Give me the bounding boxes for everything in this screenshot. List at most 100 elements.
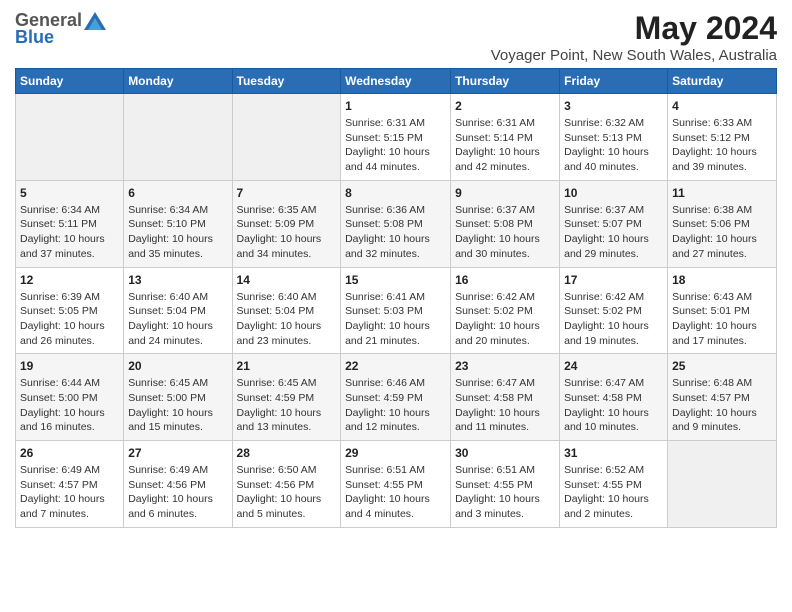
- calendar-cell: 22Sunrise: 6:46 AM Sunset: 4:59 PM Dayli…: [341, 354, 451, 441]
- logo-blue-text: Blue: [15, 27, 54, 48]
- day-number: 18: [672, 273, 772, 287]
- calendar-day-header: Wednesday: [341, 69, 451, 94]
- day-number: 9: [455, 186, 555, 200]
- calendar-cell: 9 Sunrise: 6:37 AM Sunset: 5:08 PM Daylig…: [451, 180, 560, 267]
- day-info: Sunrise: 6:36 AM Sunset: 5:08 PM Dayligh…: [345, 203, 446, 262]
- calendar-cell: 2 Sunrise: 6:31 AM Sunset: 5:14 PM Daylig…: [451, 94, 560, 181]
- day-info: Sunrise: 6:46 AM Sunset: 4:59 PM Dayligh…: [345, 376, 446, 435]
- calendar-cell: 15 Sunrise: 6:41 AM Sunset: 5:03 PM Dayli…: [341, 267, 451, 354]
- calendar-cell: 4 Sunrise: 6:33 AM Sunset: 5:12 PM Daylig…: [668, 94, 777, 181]
- calendar-day-header: Monday: [124, 69, 232, 94]
- day-number: 27: [128, 446, 227, 460]
- day-number: 13: [128, 273, 227, 287]
- day-info: Sunrise: 6:47 AM Sunset: 4:58 PM Dayligh…: [564, 376, 663, 435]
- calendar-week-row: 5 Sunrise: 6:34 AM Sunset: 5:11 PM Daylig…: [16, 180, 777, 267]
- calendar-cell: 7 Sunrise: 6:35 AM Sunset: 5:09 PM Daylig…: [232, 180, 341, 267]
- day-info: Sunrise: 6:43 AM Sunset: 5:01 PM Dayligh…: [672, 290, 772, 349]
- calendar-cell: [232, 94, 341, 181]
- calendar-cell: 28 Sunrise: 6:50 AM Sunset: 4:56 PM Dayli…: [232, 441, 341, 528]
- calendar-cell: 24 Sunrise: 6:47 AM Sunset: 4:58 PM Dayli…: [560, 354, 668, 441]
- calendar-cell: 30 Sunrise: 6:51 AM Sunset: 4:55 PM Dayli…: [451, 441, 560, 528]
- calendar-cell: [16, 94, 124, 181]
- calendar-table: SundayMondayTuesdayWednesdayThursdayFrid…: [15, 68, 777, 528]
- day-info: Sunrise: 6:51 AM Sunset: 4:55 PM Dayligh…: [345, 463, 446, 522]
- calendar-day-header: Sunday: [16, 69, 124, 94]
- day-info: Sunrise: 6:38 AM Sunset: 5:06 PM Dayligh…: [672, 203, 772, 262]
- calendar-cell: 27 Sunrise: 6:49 AM Sunset: 4:56 PM Dayli…: [124, 441, 232, 528]
- day-number: 4: [672, 99, 772, 113]
- day-number: 30: [455, 446, 555, 460]
- day-info: Sunrise: 6:51 AM Sunset: 4:55 PM Dayligh…: [455, 463, 555, 522]
- day-number: 23: [455, 359, 555, 373]
- day-number: 26: [20, 446, 119, 460]
- day-number: 7: [237, 186, 337, 200]
- day-number: 2: [455, 99, 555, 113]
- logo: General Blue: [15, 10, 106, 48]
- day-info: Sunrise: 6:49 AM Sunset: 4:57 PM Dayligh…: [20, 463, 119, 522]
- day-info: Sunrise: 6:37 AM Sunset: 5:08 PM Dayligh…: [455, 203, 555, 262]
- day-number: 20: [128, 359, 227, 373]
- calendar-cell: 5 Sunrise: 6:34 AM Sunset: 5:11 PM Daylig…: [16, 180, 124, 267]
- day-number: 5: [20, 186, 119, 200]
- calendar-week-row: 12 Sunrise: 6:39 AM Sunset: 5:05 PM Dayli…: [16, 267, 777, 354]
- day-number: 15: [345, 273, 446, 287]
- calendar-cell: 1 Sunrise: 6:31 AM Sunset: 5:15 PM Daylig…: [341, 94, 451, 181]
- day-info: Sunrise: 6:31 AM Sunset: 5:15 PM Dayligh…: [345, 116, 446, 175]
- calendar-cell: 8 Sunrise: 6:36 AM Sunset: 5:08 PM Daylig…: [341, 180, 451, 267]
- day-number: 24: [564, 359, 663, 373]
- title-block: May 2024 Voyager Point, New South Wales,…: [491, 10, 777, 64]
- day-info: Sunrise: 6:35 AM Sunset: 5:09 PM Dayligh…: [237, 203, 337, 262]
- day-info: Sunrise: 6:45 AM Sunset: 5:00 PM Dayligh…: [128, 376, 227, 435]
- day-number: 29: [345, 446, 446, 460]
- calendar-cell: 12 Sunrise: 6:39 AM Sunset: 5:05 PM Dayli…: [16, 267, 124, 354]
- day-info: Sunrise: 6:47 AM Sunset: 4:58 PM Dayligh…: [455, 376, 555, 435]
- page-subtitle: Voyager Point, New South Wales, Australi…: [491, 47, 777, 64]
- day-number: 8: [345, 186, 446, 200]
- day-info: Sunrise: 6:37 AM Sunset: 5:07 PM Dayligh…: [564, 203, 663, 262]
- calendar-cell: 26 Sunrise: 6:49 AM Sunset: 4:57 PM Dayli…: [16, 441, 124, 528]
- day-number: 1: [345, 99, 446, 113]
- day-info: Sunrise: 6:41 AM Sunset: 5:03 PM Dayligh…: [345, 290, 446, 349]
- day-info: Sunrise: 6:50 AM Sunset: 4:56 PM Dayligh…: [237, 463, 337, 522]
- calendar-cell: 11 Sunrise: 6:38 AM Sunset: 5:06 PM Dayli…: [668, 180, 777, 267]
- day-info: Sunrise: 6:42 AM Sunset: 5:02 PM Dayligh…: [455, 290, 555, 349]
- calendar-day-header: Thursday: [451, 69, 560, 94]
- day-info: Sunrise: 6:31 AM Sunset: 5:14 PM Dayligh…: [455, 116, 555, 175]
- day-info: Sunrise: 6:40 AM Sunset: 5:04 PM Dayligh…: [237, 290, 337, 349]
- day-number: 19: [20, 359, 119, 373]
- calendar-header-row: SundayMondayTuesdayWednesdayThursdayFrid…: [16, 69, 777, 94]
- day-number: 21: [237, 359, 337, 373]
- day-number: 17: [564, 273, 663, 287]
- day-info: Sunrise: 6:34 AM Sunset: 5:11 PM Dayligh…: [20, 203, 119, 262]
- calendar-cell: 19 Sunrise: 6:44 AM Sunset: 5:00 PM Dayli…: [16, 354, 124, 441]
- day-number: 31: [564, 446, 663, 460]
- day-info: Sunrise: 6:45 AM Sunset: 4:59 PM Dayligh…: [237, 376, 337, 435]
- day-info: Sunrise: 6:44 AM Sunset: 5:00 PM Dayligh…: [20, 376, 119, 435]
- day-number: 12: [20, 273, 119, 287]
- calendar-cell: 16 Sunrise: 6:42 AM Sunset: 5:02 PM Dayli…: [451, 267, 560, 354]
- day-number: 16: [455, 273, 555, 287]
- calendar-cell: 10Sunrise: 6:37 AM Sunset: 5:07 PM Dayli…: [560, 180, 668, 267]
- page-header: General Blue May 2024 Voyager Point, New…: [15, 10, 777, 64]
- calendar-cell: [124, 94, 232, 181]
- calendar-cell: 17Sunrise: 6:42 AM Sunset: 5:02 PM Dayli…: [560, 267, 668, 354]
- day-number: 28: [237, 446, 337, 460]
- calendar-day-header: Tuesday: [232, 69, 341, 94]
- day-info: Sunrise: 6:39 AM Sunset: 5:05 PM Dayligh…: [20, 290, 119, 349]
- calendar-day-header: Saturday: [668, 69, 777, 94]
- calendar-cell: 20 Sunrise: 6:45 AM Sunset: 5:00 PM Dayli…: [124, 354, 232, 441]
- calendar-cell: 23 Sunrise: 6:47 AM Sunset: 4:58 PM Dayli…: [451, 354, 560, 441]
- day-number: 25: [672, 359, 772, 373]
- day-info: Sunrise: 6:48 AM Sunset: 4:57 PM Dayligh…: [672, 376, 772, 435]
- day-number: 3: [564, 99, 663, 113]
- calendar-day-header: Friday: [560, 69, 668, 94]
- calendar-cell: 29 Sunrise: 6:51 AM Sunset: 4:55 PM Dayli…: [341, 441, 451, 528]
- day-number: 6: [128, 186, 227, 200]
- day-number: 11: [672, 186, 772, 200]
- calendar-cell: 25 Sunrise: 6:48 AM Sunset: 4:57 PM Dayli…: [668, 354, 777, 441]
- day-info: Sunrise: 6:33 AM Sunset: 5:12 PM Dayligh…: [672, 116, 772, 175]
- day-info: Sunrise: 6:49 AM Sunset: 4:56 PM Dayligh…: [128, 463, 227, 522]
- calendar-week-row: 19 Sunrise: 6:44 AM Sunset: 5:00 PM Dayli…: [16, 354, 777, 441]
- day-number: 14: [237, 273, 337, 287]
- calendar-cell: 18 Sunrise: 6:43 AM Sunset: 5:01 PM Dayli…: [668, 267, 777, 354]
